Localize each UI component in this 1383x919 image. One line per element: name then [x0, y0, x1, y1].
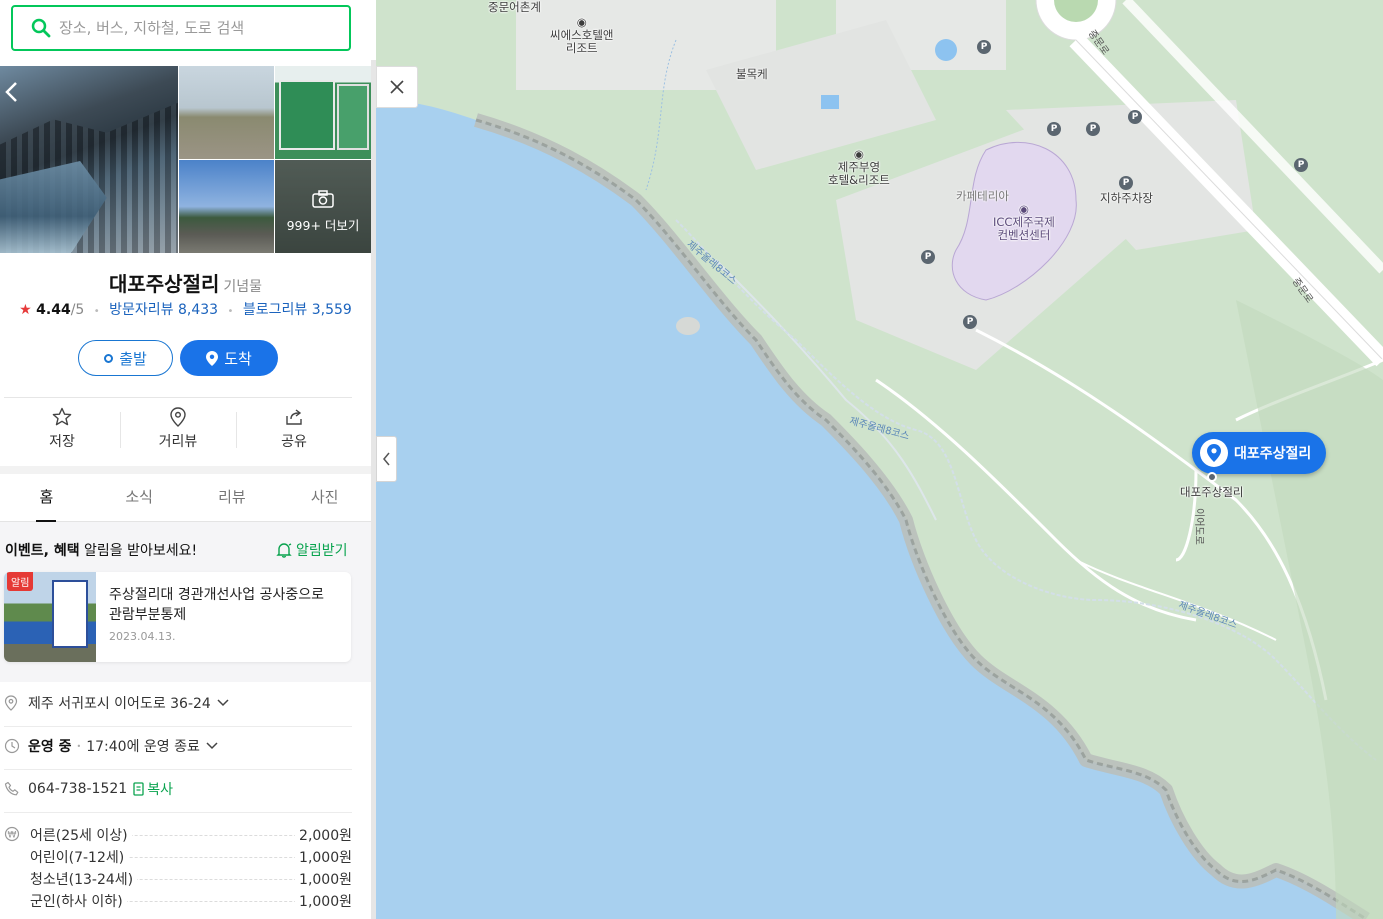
departure-button[interactable]: 출발 — [78, 340, 173, 376]
road-label: 이어도로 — [1193, 508, 1204, 545]
hours-row[interactable]: 운영 중 • 17:40에 운영 종료 — [4, 736, 352, 756]
map-label-place[interactable]: 대포주상절리 — [1180, 486, 1243, 499]
parking-icon[interactable]: P — [1047, 122, 1061, 136]
star-icon: ★ — [19, 302, 32, 318]
chevron-left-icon — [382, 452, 390, 466]
notice-card[interactable]: 알림 주상절리대 경관개선사업 공사중으로 관람부분통제 2023.04.13. — [4, 572, 351, 662]
event-banner-title: 이벤트, 혜택 알림을 받아보세요! — [5, 543, 198, 559]
place-category: 기념물 — [223, 279, 263, 295]
copy-button[interactable]: 복사 — [133, 779, 173, 799]
closing-time: 17:40에 운영 종료 — [86, 739, 200, 755]
phone-icon — [4, 781, 19, 796]
fee-row: 어린이(7-12세) 1,000원 — [30, 845, 352, 867]
street-view-button[interactable]: 거리뷰 — [120, 398, 236, 459]
tab-photos[interactable]: 사진 — [278, 474, 371, 521]
photo-gallery[interactable]: 999+ 더보기 — [0, 66, 371, 253]
map-label-hotel-buyoung[interactable]: ◉ 제주부영 호텔&리조트 — [828, 148, 890, 187]
visitor-reviews-link[interactable]: 방문자리뷰 8,433 — [109, 302, 218, 318]
location-pin-icon — [206, 350, 219, 366]
share-button[interactable]: 공유 — [236, 398, 352, 459]
photo-thumb[interactable] — [275, 66, 371, 159]
departure-label: 출발 — [119, 349, 147, 368]
parking-icon[interactable]: P — [1294, 158, 1308, 172]
save-label: 저장 — [49, 433, 75, 450]
tab-home[interactable]: 홈 — [0, 474, 93, 522]
fee-row: 어른(25세 이상) 2,000원 — [30, 823, 352, 845]
action-bar: 저장 거리뷰 공유 — [4, 397, 352, 459]
parking-icon[interactable]: P — [1128, 110, 1142, 124]
parking-icon[interactable]: P — [1086, 122, 1100, 136]
blog-reviews-link[interactable]: 블로그리뷰 3,559 — [243, 302, 352, 318]
place-meta: ★ 4.44/5 • 방문자리뷰 8,433 • 블로그리뷰 3,559 — [19, 302, 352, 318]
location-pin-icon — [170, 406, 186, 427]
section-divider — [0, 466, 371, 474]
rating-max: /5 — [70, 302, 85, 318]
notice-text: 주상절리대 경관개선사업 공사중으로 관람부분통제 — [109, 587, 324, 623]
notice-badge: 알림 — [7, 572, 34, 591]
address-row[interactable]: 제주 서귀포시 이어도로 36-24 — [4, 693, 352, 713]
bell-icon — [276, 543, 292, 558]
photo-more-label: 999+ 더보기 — [286, 218, 360, 233]
place-panel: 999+ 더보기 대포주상절리기념물 ★ 4.44/5 • 방문자리뷰 8,43… — [0, 0, 371, 919]
photo-main[interactable] — [0, 66, 178, 253]
arrival-label: 도착 — [224, 349, 252, 368]
place-point[interactable] — [1207, 472, 1217, 482]
clock-icon — [4, 738, 20, 754]
parking-icon[interactable]: P — [963, 315, 977, 329]
photo-more[interactable]: 999+ 더보기 — [275, 160, 371, 253]
map-label-village[interactable]: 중문어촌계 — [488, 1, 541, 14]
origin-dot-icon — [104, 353, 114, 363]
fee-row: 군인(하사 이하) 1,000원 — [30, 889, 352, 911]
place-marker-label: 대포주상절리 — [1234, 446, 1312, 462]
won-coin-icon: ₩ — [4, 826, 20, 842]
address-text: 제주 서귀포시 이어도로 36-24 — [28, 696, 211, 712]
share-icon — [286, 408, 302, 425]
parking-icon[interactable]: P — [921, 250, 935, 264]
map-label-bulmokke[interactable]: 불목케 — [736, 68, 768, 81]
close-panel-button[interactable] — [376, 66, 418, 108]
location-pin-icon — [1200, 439, 1228, 467]
tab-reviews[interactable]: 리뷰 — [186, 474, 279, 521]
search-input[interactable] — [59, 16, 339, 40]
notify-label: 알림받기 — [296, 543, 348, 559]
arrival-button[interactable]: 도착 — [180, 340, 278, 376]
fee-list: ₩ 어른(25세 이상) 2,000원 어린이(7-12세) 1,000원 청소년(… — [4, 823, 352, 911]
fee-row: 청소년(13-24세) 1,000원 — [30, 867, 352, 889]
street-view-label: 거리뷰 — [158, 433, 198, 450]
parking-icon[interactable]: P — [1119, 176, 1133, 190]
tab-news[interactable]: 소식 — [93, 474, 186, 521]
search-box[interactable] — [11, 5, 351, 51]
photo-thumb[interactable] — [179, 160, 274, 253]
star-icon — [52, 407, 72, 425]
chevron-down-icon — [206, 742, 218, 750]
phone-number: 064-738-1521 — [28, 781, 128, 797]
location-pin-icon — [4, 695, 18, 711]
search-icon — [31, 18, 51, 38]
phone-row: 064-738-1521 복사 — [4, 779, 352, 799]
parking-icon[interactable]: P — [977, 40, 991, 54]
place-title: 대포주상절리 기념물 — [0, 268, 371, 297]
copy-icon — [133, 782, 144, 796]
map-label-hotel[interactable]: ◉ 씨에스호텔앤 리조트 — [550, 16, 613, 55]
camera-icon — [312, 190, 334, 208]
chevron-down-icon — [217, 699, 229, 707]
tab-bar: 홈 소식 리뷰 사진 — [0, 474, 371, 522]
place-name: 대포주상절리 — [108, 272, 220, 296]
open-status: 운영 중 — [28, 739, 72, 755]
save-button[interactable]: 저장 — [4, 398, 120, 459]
close-icon — [390, 80, 404, 94]
place-marker[interactable]: 대포주상절리 — [1192, 432, 1326, 474]
share-label: 공유 — [281, 433, 307, 450]
notify-button[interactable]: 알림받기 — [276, 540, 348, 560]
collapse-panel-button[interactable] — [376, 436, 397, 482]
rating-value: 4.44 — [36, 302, 71, 318]
map-label-icc[interactable]: ◉ ICC제주국제 컨벤션센터 — [993, 203, 1055, 242]
notice-date: 2023.04.13. — [109, 630, 176, 643]
chevron-left-icon[interactable] — [2, 80, 22, 104]
svg-text:₩: ₩ — [8, 831, 17, 841]
map-label-cafeteria[interactable]: 카페테리아 — [956, 190, 1009, 203]
photo-thumb[interactable] — [179, 66, 274, 159]
map-label-parking[interactable]: 지하주차장 — [1100, 192, 1153, 205]
